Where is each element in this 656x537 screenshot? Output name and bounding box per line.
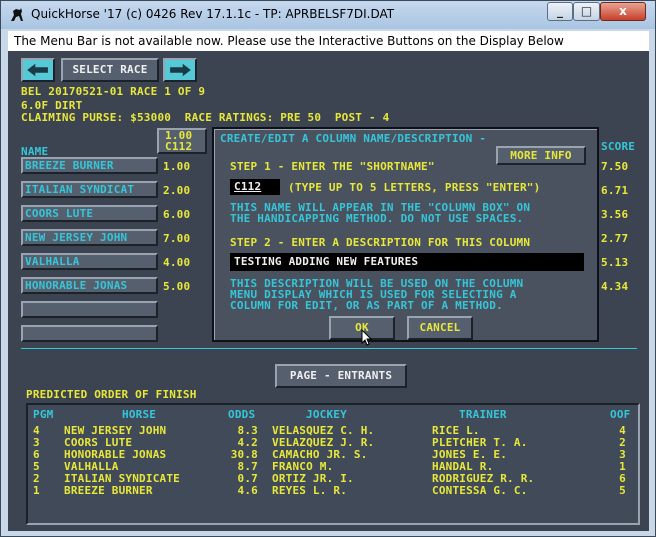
page-entrants-button[interactable]: PAGE - ENTRANTS <box>275 364 407 388</box>
arrow-left-icon <box>27 63 48 77</box>
horse-value: 1.00 <box>163 160 191 173</box>
close-button[interactable]: x <box>600 2 646 21</box>
horse-name: BREEZE BURNER <box>25 159 114 172</box>
select-race-label: SELECT RACE <box>72 63 148 76</box>
horse-button[interactable]: NEW JERSEY JOHN <box>21 229 158 246</box>
horse-name: NEW JERSEY JOHN <box>25 231 128 244</box>
app-window: QuickHorse '17 (c) 0426 Rev 17.1.1c - TP… <box>0 0 656 537</box>
column-header-code: C112 <box>165 140 193 153</box>
step1-label: STEP 1 - ENTER THE "SHORTNAME" <box>230 160 435 173</box>
horse-score: 5.13 <box>601 256 629 269</box>
minimize-button[interactable]: _ <box>547 2 573 21</box>
title-bar[interactable]: QuickHorse '17 (c) 0426 Rev 17.1.1c - TP… <box>1 1 655 29</box>
horse-score: 3.56 <box>601 208 629 221</box>
race-identifier: BEL 20170521-01 RACE 1 OF 9 <box>21 85 206 98</box>
horse-score: 4.34 <box>601 280 629 293</box>
score-header: SCORE <box>601 140 636 153</box>
next-race-button[interactable] <box>163 58 197 82</box>
horse-value: 4.00 <box>163 256 191 269</box>
cancel-label: CANCEL <box>419 321 461 334</box>
horse-value: 7.00 <box>163 232 191 245</box>
maximize-button[interactable]: □ <box>573 2 600 21</box>
horse-score: 7.50 <box>601 160 629 173</box>
row-pgm: 1 <box>33 484 40 497</box>
step2-note-line: COLUMN FOR EDIT, OR AS PART OF A METHOD. <box>230 299 503 312</box>
horse-name: ITALIAN SYNDICAT <box>25 183 135 196</box>
close-icon: x <box>619 4 627 18</box>
horse-score: 2.77 <box>601 232 629 245</box>
menu-bar-message: The Menu Bar is not available now. Pleas… <box>14 34 564 48</box>
dialog-title: CREATE/EDIT A COLUMN NAME/DESCRIPTION - <box>220 132 487 145</box>
horse-score: 6.71 <box>601 184 629 197</box>
horse-button[interactable]: HONORABLE JONAS <box>21 277 158 294</box>
horse-value: 2.00 <box>163 184 191 197</box>
horse-name: HONORABLE JONAS <box>25 279 128 292</box>
mouse-cursor-icon <box>361 329 373 346</box>
predicted-title: PREDICTED ORDER OF FINISH <box>26 388 197 401</box>
row-trainer: CONTESSA G. C. <box>432 484 528 497</box>
horse-value: 5.00 <box>163 280 191 293</box>
menu-bar-notice: The Menu Bar is not available now. Pleas… <box>8 31 649 51</box>
race-purse-ratings: CLAIMING PURSE: $53000 RACE RATINGS: PRE… <box>21 111 390 124</box>
arrow-right-icon <box>170 63 191 77</box>
col-header-odds: ODDS <box>228 408 256 421</box>
description-value: TESTING ADDING NEW FEATURES <box>234 255 419 268</box>
col-header-horse: HORSE <box>122 408 157 421</box>
col-header-trainer: TRAINER <box>459 408 507 421</box>
horse-name: COORS LUTE <box>25 207 94 220</box>
horse-button[interactable]: COORS LUTE <box>21 205 158 222</box>
main-display: SELECT RACE BEL 20170521-01 RACE 1 OF 9 … <box>8 51 649 531</box>
row-horse: BREEZE BURNER <box>64 484 153 497</box>
more-info-label: MORE INFO <box>510 149 572 162</box>
horse-name: VALHALLA <box>25 255 80 268</box>
horse-icon <box>11 8 23 21</box>
horse-button[interactable]: ITALIAN SYNDICAT <box>21 181 158 198</box>
window-title: QuickHorse '17 (c) 0426 Rev 17.1.1c - TP… <box>31 7 395 21</box>
horse-button-empty[interactable] <box>21 325 158 342</box>
column-header-box[interactable]: 1.00 C112 <box>157 128 207 154</box>
minimize-icon: _ <box>557 4 563 18</box>
horse-button[interactable]: BREEZE BURNER <box>21 157 158 174</box>
horse-button[interactable]: VALHALLA <box>21 253 158 270</box>
shortname-hint: (TYPE UP TO 5 LETTERS, PRESS "ENTER") <box>288 181 541 194</box>
prev-race-button[interactable] <box>21 58 55 82</box>
page-entrants-label: PAGE - ENTRANTS <box>289 369 393 382</box>
row-jockey: REYES L. R. <box>272 484 348 497</box>
col-header-pgm: PGM <box>33 408 54 421</box>
col-header-jockey: JOCKEY <box>306 408 347 421</box>
step2-label: STEP 2 - ENTER A DESCRIPTION FOR THIS CO… <box>230 236 531 249</box>
description-input[interactable]: TESTING ADDING NEW FEATURES <box>230 253 584 271</box>
predicted-order-table: PGM HORSE ODDS JOCKEY TRAINER OOF 4 NEW … <box>26 403 640 525</box>
col-header-oof: OOF <box>610 408 631 421</box>
select-race-button[interactable]: SELECT RACE <box>61 58 159 82</box>
row-oof: 5 <box>619 484 626 497</box>
maximize-icon: □ <box>580 4 593 18</box>
section-divider <box>21 348 637 349</box>
shortname-input[interactable]: C112 <box>230 179 280 195</box>
shortname-value: C112 <box>234 180 262 193</box>
more-info-button[interactable]: MORE INFO <box>496 146 586 165</box>
row-odds: 4.6 <box>237 484 258 497</box>
horse-button-empty[interactable] <box>21 301 158 318</box>
horse-value: 6.00 <box>163 208 191 221</box>
step1-note-line: THE HANDICAPPING METHOD. DO NOT USE SPAC… <box>230 212 524 225</box>
cancel-button[interactable]: CANCEL <box>407 316 473 340</box>
column-edit-dialog: CREATE/EDIT A COLUMN NAME/DESCRIPTION - … <box>212 127 599 346</box>
